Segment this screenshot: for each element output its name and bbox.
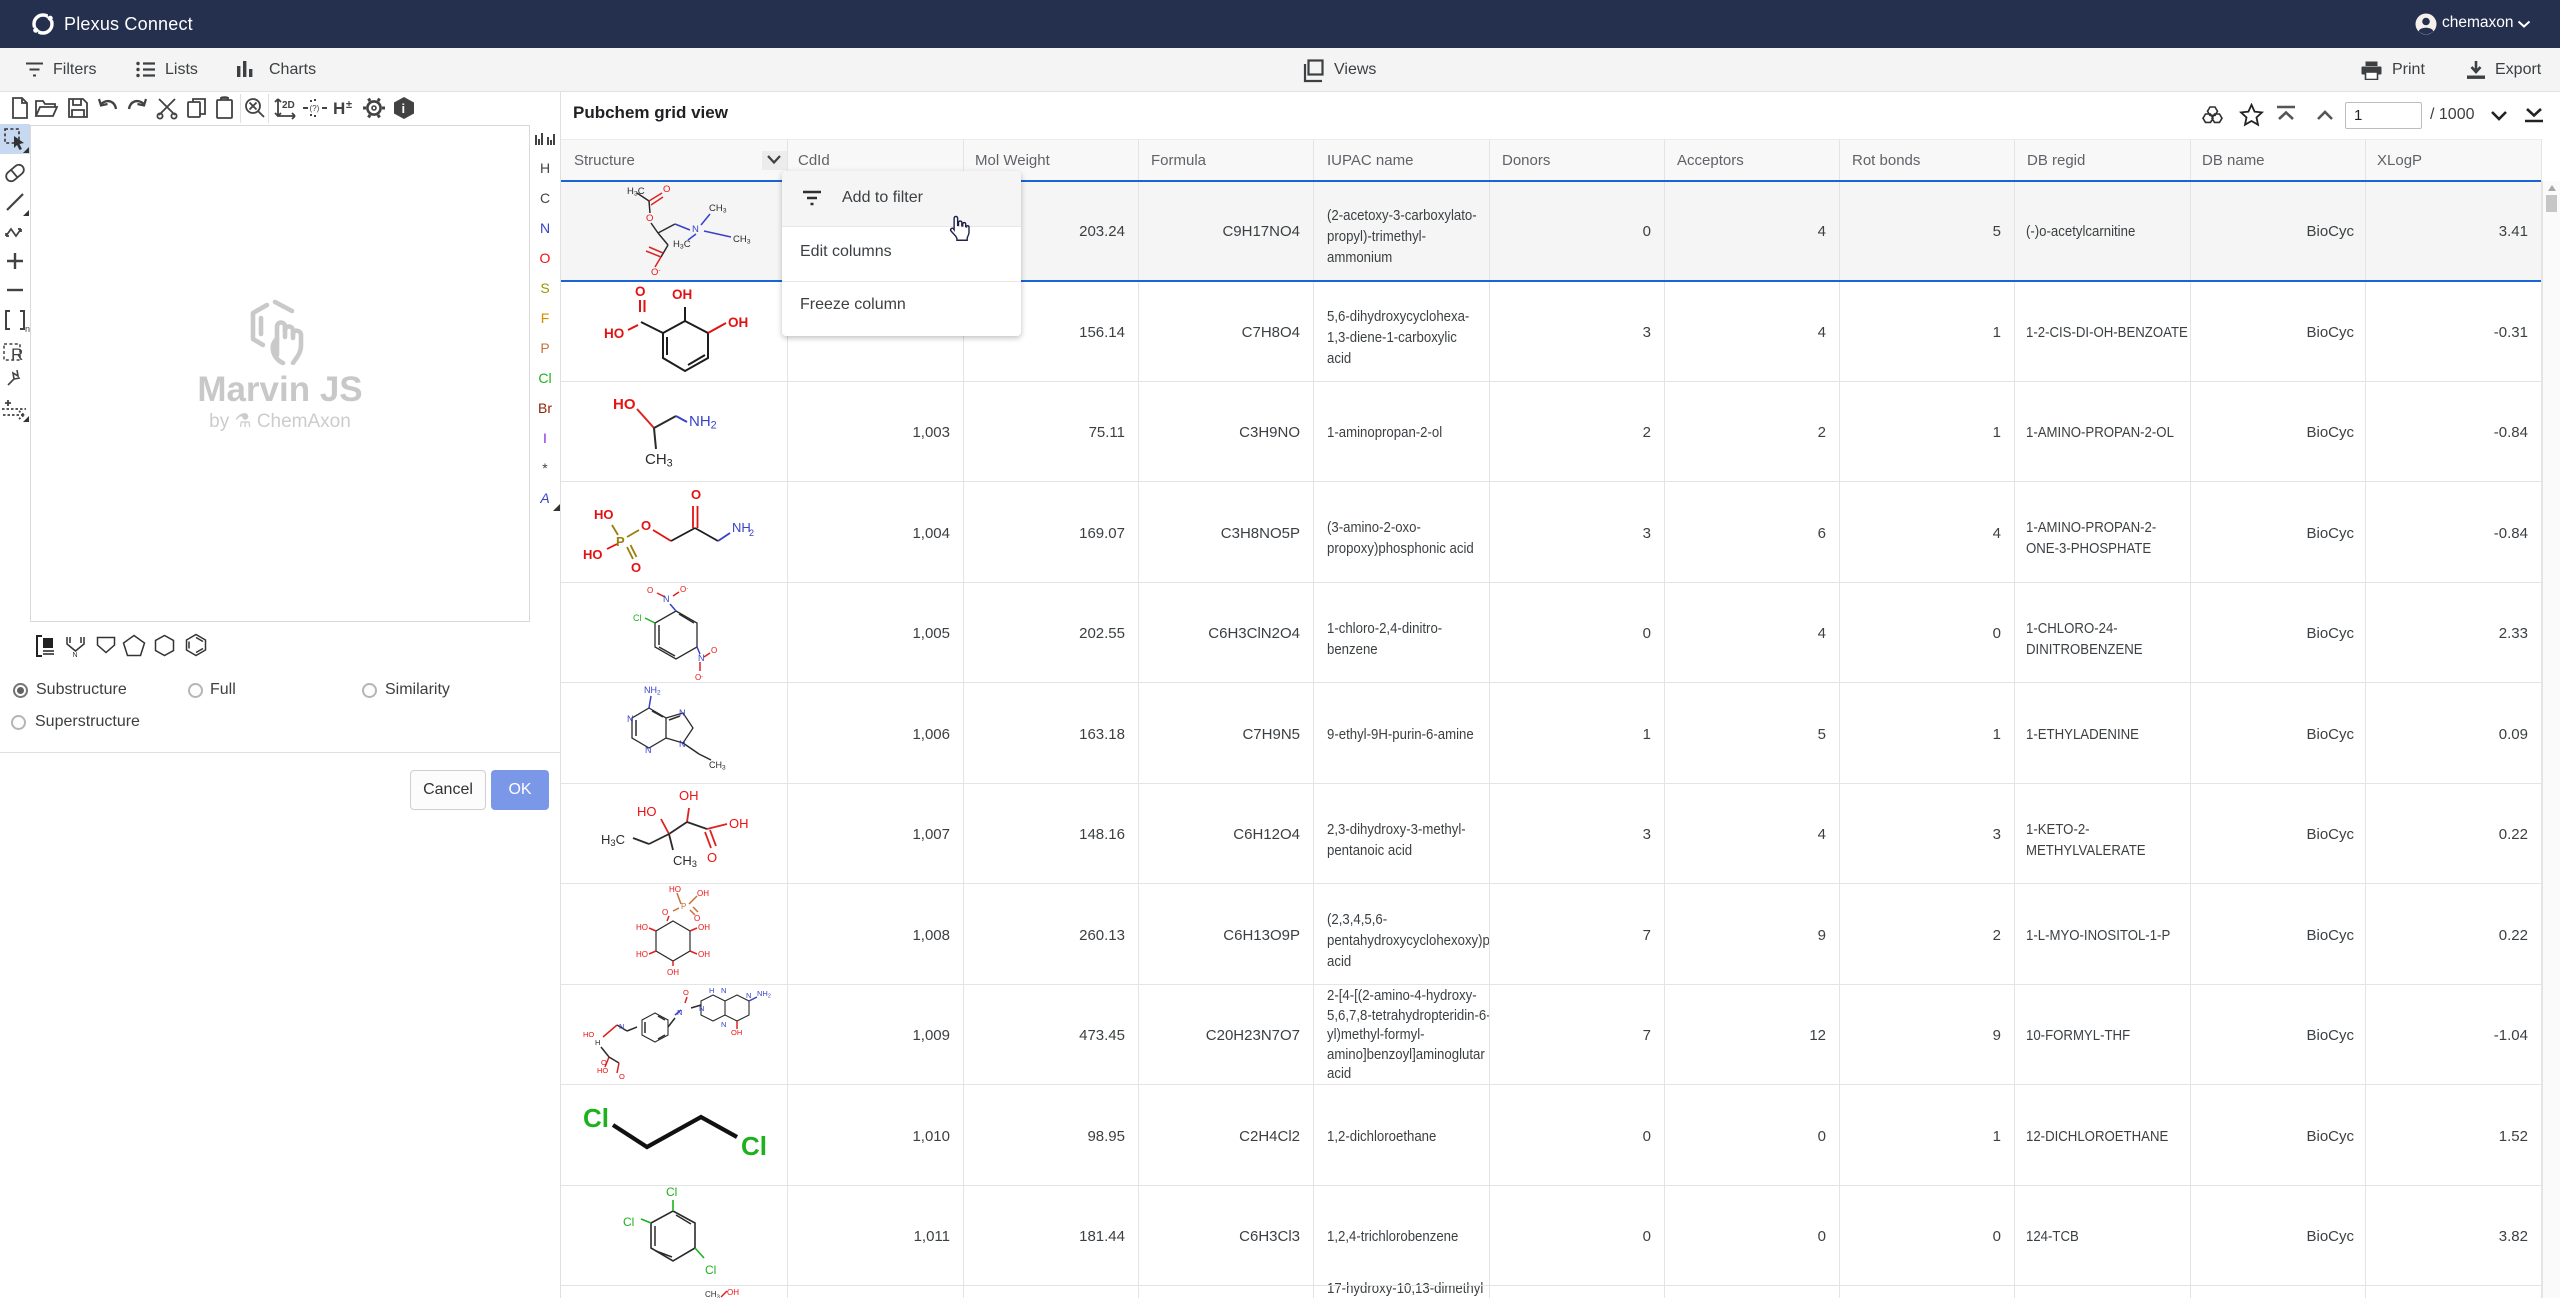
svg-text:O-: O- (651, 267, 661, 278)
svg-text:Cl: Cl (741, 1131, 767, 1161)
svg-text:N: N (663, 594, 670, 604)
svg-text:CH3: CH3 (709, 760, 726, 772)
svg-text:NH2: NH2 (757, 989, 771, 999)
svg-text:HO: HO (597, 1066, 608, 1075)
svg-text:N: N (645, 745, 652, 755)
svg-text:H: H (709, 986, 714, 995)
svg-text:N: N (627, 714, 634, 724)
svg-text:Cl: Cl (583, 1103, 609, 1133)
svg-text:n: n (25, 324, 30, 334)
svg-text:CH3: CH3 (733, 234, 751, 246)
svg-text:N: N (692, 224, 699, 235)
svg-text:O: O (619, 1072, 625, 1081)
svg-text:O: O (631, 560, 641, 575)
svg-text:CH3: CH3 (709, 203, 727, 215)
svg-text:CH3: CH3 (705, 1290, 720, 1298)
svg-text:N: N (677, 1008, 682, 1017)
svg-text:OH: OH (698, 923, 710, 932)
svg-text:HO: HO (636, 923, 648, 932)
svg-text:O: O (635, 284, 646, 299)
svg-text:O: O (663, 184, 670, 195)
svg-text:HO: HO (583, 547, 603, 562)
svg-text:Cl: Cl (633, 613, 642, 623)
svg-text:OH: OH (667, 968, 679, 977)
svg-text:OH: OH (727, 1288, 739, 1297)
svg-text:P: P (681, 902, 686, 911)
svg-text:Cl: Cl (705, 1263, 716, 1277)
svg-text:NH: NH (732, 520, 751, 535)
svg-text:H3C: H3C (673, 239, 691, 251)
svg-text:OH: OH (697, 889, 709, 898)
svg-text:Cl: Cl (623, 1215, 634, 1229)
svg-text:O: O (647, 586, 653, 595)
svg-text:N: N (699, 1004, 704, 1013)
svg-text:OH: OH (698, 950, 710, 959)
svg-text:O: O (601, 1058, 607, 1067)
svg-text:O-: O- (695, 673, 703, 682)
svg-text:(?): (?) (310, 104, 320, 113)
svg-text:i: i (402, 101, 406, 116)
svg-text:O: O (662, 908, 668, 917)
svg-text:N: N (721, 986, 726, 995)
svg-text:H3C: H3C (601, 832, 625, 848)
svg-text:O-: O- (680, 585, 688, 594)
svg-text:N: N (679, 739, 686, 749)
svg-text:HO: HO (669, 885, 681, 894)
svg-text:NH2: NH2 (689, 413, 717, 432)
svg-text:P: P (616, 534, 625, 549)
svg-text:HO: HO (636, 950, 648, 959)
svg-text:H: H (333, 99, 345, 118)
svg-text:O: O (641, 518, 651, 533)
svg-text:N: N (73, 652, 78, 657)
svg-text:NH2: NH2 (644, 685, 661, 697)
svg-text:N: N (698, 653, 705, 663)
svg-text:2: 2 (749, 528, 754, 538)
svg-text:2D: 2D (282, 100, 295, 111)
svg-text:Cl: Cl (666, 1186, 677, 1199)
svg-text:CH3: CH3 (645, 451, 673, 470)
svg-text:OH: OH (729, 816, 749, 831)
svg-text:CH3: CH3 (673, 853, 697, 869)
svg-text:N: N (721, 1020, 726, 1029)
svg-text:N: N (746, 991, 751, 1000)
svg-text:H3C: H3C (627, 186, 645, 198)
svg-text:HO: HO (583, 1030, 594, 1039)
svg-text:H: H (595, 1038, 600, 1047)
svg-text:OH: OH (728, 315, 748, 330)
svg-text:HO: HO (637, 804, 657, 819)
svg-text:O: O (691, 487, 701, 502)
svg-text:O: O (711, 646, 717, 655)
svg-text:HO: HO (594, 507, 614, 522)
svg-text:OH: OH (679, 788, 699, 803)
svg-text:N: N (679, 708, 686, 718)
svg-text:OH: OH (672, 287, 692, 302)
svg-text:O: O (646, 213, 653, 224)
svg-text:OH: OH (731, 1028, 742, 1037)
svg-text:HO: HO (604, 326, 624, 341)
svg-text:HO: HO (613, 396, 636, 413)
svg-text:N: N (619, 1022, 624, 1031)
svg-text:R: R (11, 345, 23, 364)
svg-text:O: O (707, 850, 717, 865)
svg-text:O: O (694, 914, 700, 923)
svg-text:±: ± (346, 99, 352, 111)
svg-text:O: O (683, 988, 689, 997)
